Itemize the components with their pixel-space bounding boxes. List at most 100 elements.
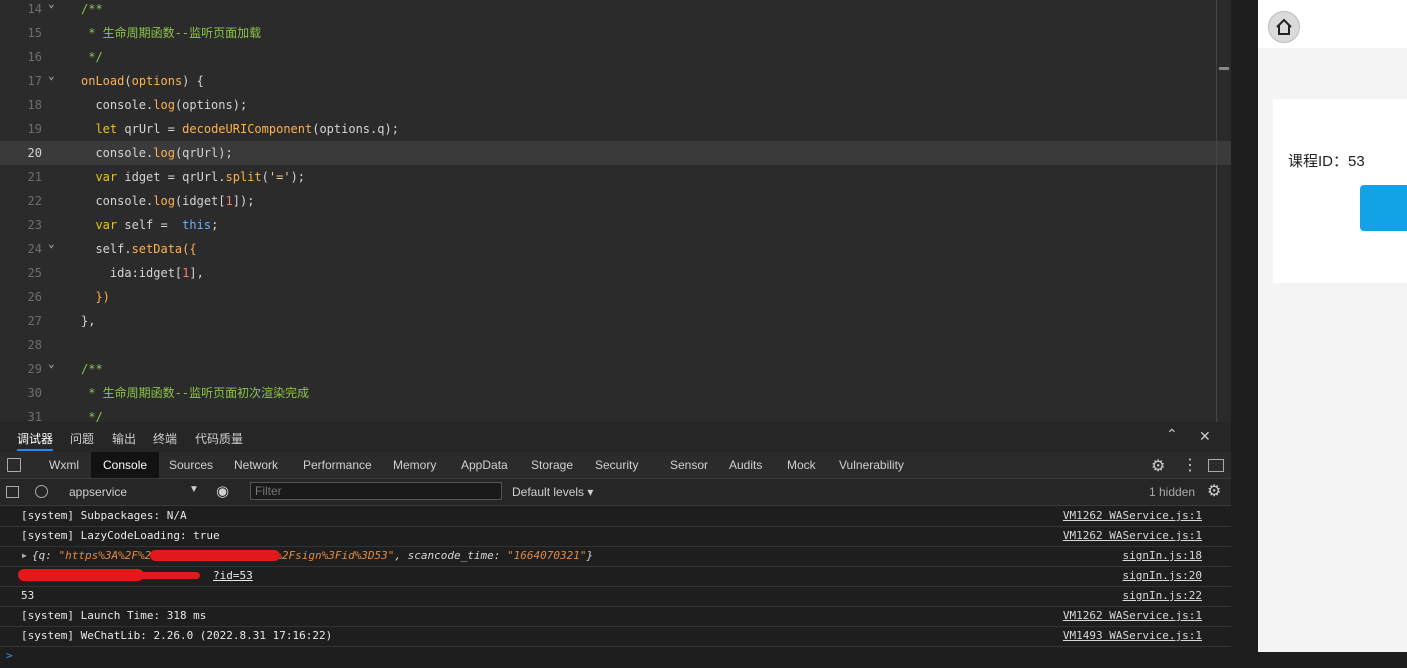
tab-memory[interactable]: Memory — [387, 452, 442, 478]
inspect-element-icon[interactable] — [7, 458, 21, 472]
tab-security[interactable]: Security — [589, 452, 644, 478]
log-source-link[interactable]: signIn.js:18 — [1123, 546, 1202, 566]
context-select[interactable]: appservice — [69, 485, 127, 499]
log-source-link[interactable]: VM1262 WAService.js:1 — [1063, 506, 1202, 526]
console-settings-icon[interactable]: ⚙ — [1207, 481, 1221, 501]
log-message: [system] Subpackages: N/A — [21, 509, 187, 522]
clear-console-icon[interactable] — [35, 485, 48, 498]
more-icon[interactable]: ⋮ — [1182, 455, 1198, 475]
code-text: self.setData({ — [81, 242, 197, 256]
scrollbar-marker — [1219, 67, 1229, 70]
gear-icon[interactable]: ⚙ — [1151, 456, 1165, 476]
line-number: 29 — [27, 362, 42, 376]
tab-problems[interactable]: 问题 — [70, 430, 94, 447]
chevron-down-icon[interactable]: ▼ — [189, 484, 199, 495]
line-number: 22 — [27, 194, 42, 208]
home-icon — [1276, 18, 1292, 35]
code-line[interactable]: 29 ⌄ /** — [0, 357, 1231, 381]
code-line[interactable]: 31 */ — [0, 405, 1231, 422]
obj-suffix: } — [586, 549, 594, 562]
obj-time-value: "1664070321" — [507, 549, 587, 562]
tab-sensor[interactable]: Sensor — [664, 452, 714, 478]
fold-chevron-icon[interactable]: ⌄ — [48, 0, 60, 17]
fold-chevron-icon[interactable]: ⌄ — [48, 237, 60, 257]
log-row: [system] WeChatLib: 2.26.0 (2022.8.31 17… — [0, 626, 1231, 647]
collapse-icon[interactable]: ⌃ — [1166, 426, 1178, 443]
code-line[interactable]: 24 ⌄ self.setData({ — [0, 237, 1231, 261]
line-number: 27 — [27, 314, 42, 328]
tab-sources[interactable]: Sources — [163, 452, 219, 478]
code-line[interactable]: 25 ida:idget[1], — [0, 261, 1231, 285]
code-editor[interactable]: 14 ⌄/** 15 * 生命周期函数--监听页面加载 16 */17 ⌄ onLoad(… — [0, 0, 1231, 422]
log-source-link[interactable]: VM1262 WAService.js:1 — [1063, 526, 1202, 546]
log-message: [system] LazyCodeLoading: true — [21, 529, 220, 542]
simulator-page — [1258, 0, 1407, 652]
tab-vulnerability[interactable]: Vulnerability — [833, 452, 910, 478]
expand-triangle-icon[interactable]: ▶ — [22, 546, 27, 566]
levels-dropdown[interactable]: Default levels ▾ — [512, 485, 593, 499]
console-prompt[interactable]: > — [6, 649, 13, 662]
code-line[interactable]: 17 ⌄ onLoad(options) { — [0, 69, 1231, 93]
tab-storage[interactable]: Storage — [525, 452, 579, 478]
code-line[interactable]: 30 * 生命周期函数--监听页面初次渲染完成 — [0, 381, 1231, 405]
code-line[interactable]: 26 }) — [0, 285, 1231, 309]
line-number: 24 — [27, 242, 42, 256]
panel-tabs: Wxml Console Sources Network Performance… — [0, 452, 1231, 479]
code-line[interactable]: 18 console.log(options); — [0, 93, 1231, 117]
code-text: ida:idget[1], — [81, 266, 204, 280]
tab-output[interactable]: 输出 — [112, 430, 136, 447]
log-url-link[interactable]: ?id=53 — [213, 566, 253, 586]
tab-terminal[interactable]: 终端 — [153, 430, 177, 447]
tab-code-quality[interactable]: 代码质量 — [195, 430, 243, 447]
tab-wxml[interactable]: Wxml — [43, 452, 85, 478]
log-source-link[interactable]: signIn.js:20 — [1123, 566, 1202, 586]
redaction-mark — [150, 550, 280, 561]
sign-in-button[interactable] — [1360, 185, 1407, 231]
log-source-link[interactable]: VM1262 WAService.js:1 — [1063, 606, 1202, 626]
fold-chevron-icon[interactable]: ⌄ — [48, 69, 60, 89]
code-line[interactable]: 16 */ — [0, 45, 1231, 69]
tab-performance[interactable]: Performance — [297, 452, 378, 478]
home-button[interactable] — [1268, 11, 1300, 43]
course-id-label: 课程ID：53 — [1288, 153, 1365, 170]
code-line[interactable]: 20 console.log(qrUrl); — [0, 141, 1231, 165]
tab-audits[interactable]: Audits — [723, 452, 768, 478]
devtools-top-tabs: 调试器 问题 输出 终端 代码质量 ⌃ ✕ — [0, 422, 1231, 453]
code-text: var self = this; — [95, 218, 219, 232]
course-card: 课程ID：53 — [1273, 99, 1407, 283]
hidden-count: 1 hidden — [1149, 485, 1196, 499]
code-line[interactable]: 22 console.log(idget[1]); — [0, 189, 1231, 213]
tab-appdata[interactable]: AppData — [455, 452, 514, 478]
code-text: /** — [81, 362, 103, 376]
log-object[interactable]: {q: "https%3A%2F%2 %2Fsign%3Fid%3D53", sc… — [32, 546, 593, 566]
dock-icon[interactable] — [1208, 459, 1224, 472]
code-line[interactable]: 28 — [0, 333, 1231, 357]
line-number: 30 — [27, 386, 42, 400]
code-line[interactable]: 19 let qrUrl = decodeURIComponent(option… — [0, 117, 1231, 141]
code-text: console.log(options); — [81, 98, 248, 112]
log-message: [system] WeChatLib: 2.26.0 (2022.8.31 17… — [21, 629, 333, 642]
line-number: 25 — [27, 266, 42, 280]
code-line[interactable]: 27}, — [0, 309, 1231, 333]
obj-key-scancode: , scancode_time: — [394, 549, 508, 562]
editor-scrollbar[interactable] — [1216, 0, 1217, 422]
code-line[interactable]: 21 var idget = qrUrl.split('='); — [0, 165, 1231, 189]
log-source-link[interactable]: VM1493 WAService.js:1 — [1063, 626, 1202, 646]
fold-chevron-icon[interactable]: ⌄ — [48, 357, 60, 377]
tab-mock[interactable]: Mock — [781, 452, 822, 478]
code-line[interactable]: 14 ⌄ /** — [0, 0, 1231, 21]
code-line[interactable]: 15 * 生命周期函数--监听页面加载 — [0, 21, 1231, 45]
code-text: }) — [81, 290, 110, 304]
tab-console[interactable]: Console — [91, 452, 160, 478]
console-toolbar: appservice ▼ ◉ Default levels ▾ 1 hidden… — [0, 479, 1231, 506]
filter-input[interactable] — [250, 482, 502, 500]
sidebar-toggle-icon[interactable] — [6, 486, 19, 498]
log-source-link[interactable]: signIn.js:22 — [1123, 586, 1202, 606]
tab-debugger[interactable]: 调试器 — [17, 430, 54, 451]
tab-network[interactable]: Network — [228, 452, 284, 478]
eye-icon[interactable]: ◉ — [216, 482, 229, 500]
log-row[interactable]: ▶ {q: "https%3A%2F%2 %2Fsign%3Fid%3D53", … — [0, 546, 1231, 567]
code-line[interactable]: 23 var self = this; — [0, 213, 1231, 237]
close-icon[interactable]: ✕ — [1199, 428, 1211, 445]
line-number: 28 — [27, 338, 42, 352]
